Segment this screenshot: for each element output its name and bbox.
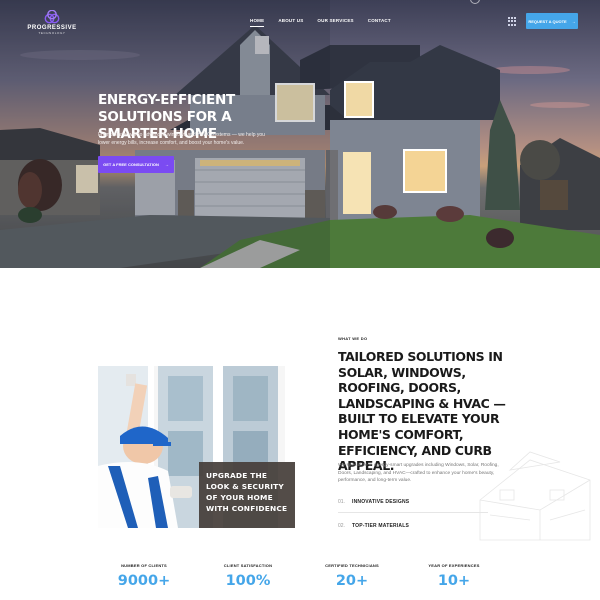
stat-label: CLIENT SATISFACTION	[223, 563, 273, 568]
feature-number: 01.	[338, 499, 345, 505]
stat-satisfaction: CLIENT SATISFACTION 100%	[208, 563, 288, 589]
free-consultation-label: GET A FREE CONSULTATION	[103, 162, 159, 167]
section-eyebrow: WHAT WE DO	[338, 336, 368, 341]
brand-tagline: TECHNOLOGY	[38, 31, 66, 35]
nav-item-our-services[interactable]: OUR SERVICES	[317, 18, 353, 27]
stat-label: NUMBER OF CLIENTS	[121, 563, 167, 568]
stat-value: 9000+	[117, 573, 171, 589]
logo-mark-icon	[44, 10, 60, 24]
feature-divider	[338, 512, 488, 513]
nav-item-home[interactable]: HOME	[250, 18, 265, 27]
hero-section: PROGRESSIVE TECHNOLOGY HOME ABOUT US OUR…	[0, 0, 600, 268]
nav-item-contact[interactable]: CONTACT	[368, 18, 391, 27]
stat-value: 100%	[225, 573, 271, 589]
stat-value: 10+	[437, 573, 471, 589]
hero-house-image	[0, 0, 600, 268]
request-quote-button[interactable]: REQUEST A QUOTE →	[526, 13, 578, 29]
section-title: TAILORED SOLUTIONS IN SOLAR, WINDOWS, RO…	[338, 349, 506, 474]
photo-caption-text: UPGRADE THE LOOK & SECURITY OF YOUR HOME…	[206, 471, 288, 513]
request-quote-label: REQUEST A QUOTE	[528, 18, 567, 24]
feature-number: 02.	[338, 523, 345, 529]
grid-menu-icon[interactable]	[508, 17, 517, 26]
arrow-right-icon: →	[164, 162, 169, 167]
feature-item: 02. TOP-TIER MATERIALS	[338, 523, 488, 529]
brand-logo[interactable]: PROGRESSIVE TECHNOLOGY	[22, 10, 82, 35]
stat-clients: NUMBER OF CLIENTS 9000+	[104, 563, 184, 589]
feature-label: TOP-TIER MATERIALS	[352, 523, 410, 529]
stat-technicians: CERTIFIED TECHNICIANS 20+	[312, 563, 392, 589]
stat-label: YEAR OF EXPERIENCES	[428, 563, 480, 568]
feature-label: INNOVATIVE DESIGNS	[352, 499, 410, 505]
feature-item: 01. INNOVATIVE DESIGNS	[338, 499, 488, 505]
free-consultation-button[interactable]: GET A FREE CONSULTATION →	[98, 156, 174, 173]
stat-experience: YEAR OF EXPERIENCES 10+	[414, 563, 494, 589]
main-nav: HOME ABOUT US OUR SERVICES CONTACT	[250, 18, 405, 27]
nav-item-about-us[interactable]: ABOUT US	[278, 18, 303, 27]
photo-caption-box: UPGRADE THE LOOK & SECURITY OF YOUR HOME…	[199, 462, 295, 528]
hero-description: From solar power to advanced windows and…	[98, 132, 265, 146]
section-description: We specialize in energy-smart upgrades i…	[338, 463, 499, 484]
arrow-right-icon: →	[571, 18, 576, 24]
stat-value: 20+	[335, 573, 369, 589]
stat-label: CERTIFIED TECHNICIANS	[325, 563, 379, 568]
